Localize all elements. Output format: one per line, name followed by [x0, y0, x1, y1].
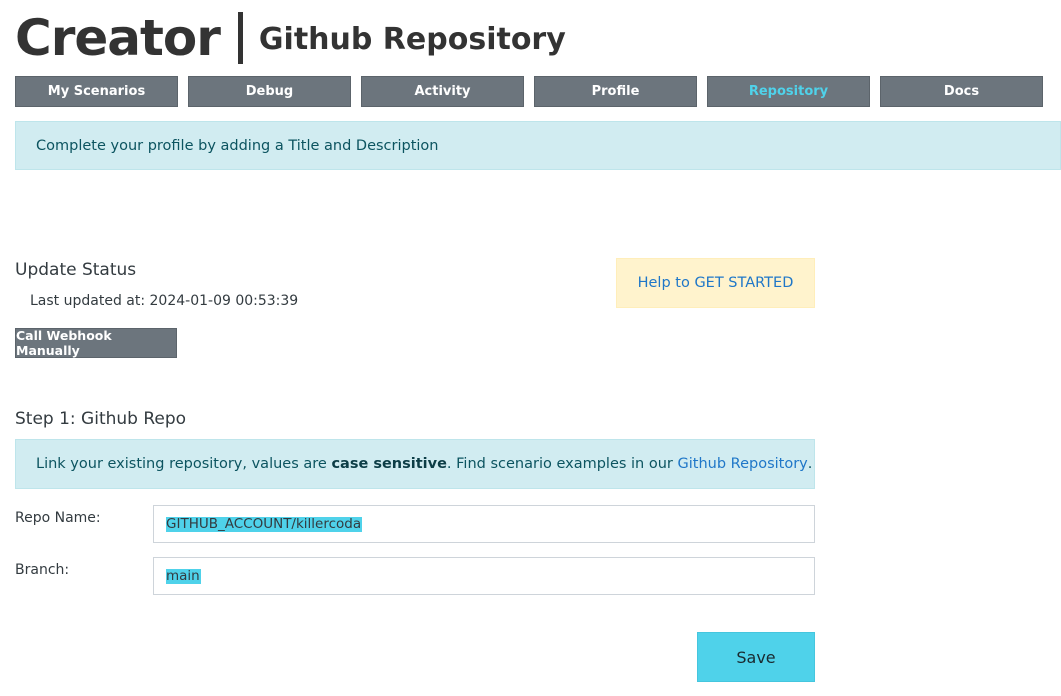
nav-tabs: My Scenarios Debug Activity Profile Repo…: [15, 76, 1043, 107]
page-header: Creator Github Repository: [15, 6, 566, 70]
tab-profile[interactable]: Profile: [534, 76, 697, 107]
case-sensitive-text: case sensitive: [331, 456, 447, 472]
help-get-started-link[interactable]: Help to GET STARTED: [616, 258, 815, 308]
repo-name-value: GITHUB_ACCOUNT/killercoda: [166, 515, 363, 532]
repo-info-prefix: Link your existing repository, values ar…: [36, 456, 327, 472]
last-updated-line: Last updated at: 2024-01-09 00:53:39: [30, 293, 298, 309]
step1-heading: Step 1: Github Repo: [15, 409, 187, 429]
repo-info-suffix: .: [807, 456, 813, 472]
tab-docs[interactable]: Docs: [880, 76, 1043, 107]
repo-name-input[interactable]: GITHUB_ACCOUNT/killercoda: [153, 505, 815, 543]
tab-activity[interactable]: Activity: [361, 76, 524, 107]
last-updated-value: 2024-01-09 00:53:39: [149, 293, 299, 309]
brand-logo: Creator: [15, 9, 221, 67]
github-repository-link[interactable]: Github Repository: [678, 456, 808, 472]
page-title: Github Repository: [258, 22, 566, 57]
repo-info-alert: Link your existing repository, values ar…: [15, 439, 815, 489]
header-divider: [237, 12, 243, 64]
profile-alert-text: Complete your profile by adding a Title …: [36, 137, 439, 154]
save-button[interactable]: Save: [697, 632, 815, 682]
profile-incomplete-alert: Complete your profile by adding a Title …: [15, 121, 1061, 170]
call-webhook-button[interactable]: Call Webhook Manually: [15, 328, 177, 358]
tab-my-scenarios[interactable]: My Scenarios: [15, 76, 178, 107]
last-updated-label: Last updated at:: [30, 293, 146, 309]
tab-repository[interactable]: Repository: [707, 76, 870, 107]
branch-input[interactable]: main: [153, 557, 815, 595]
tab-debug[interactable]: Debug: [188, 76, 351, 107]
repo-name-label: Repo Name:: [15, 510, 101, 526]
branch-value: main: [166, 567, 201, 584]
repo-info-middle: . Find scenario examples in our: [446, 456, 673, 472]
branch-label: Branch:: [15, 562, 70, 578]
update-status-heading: Update Status: [15, 260, 137, 280]
